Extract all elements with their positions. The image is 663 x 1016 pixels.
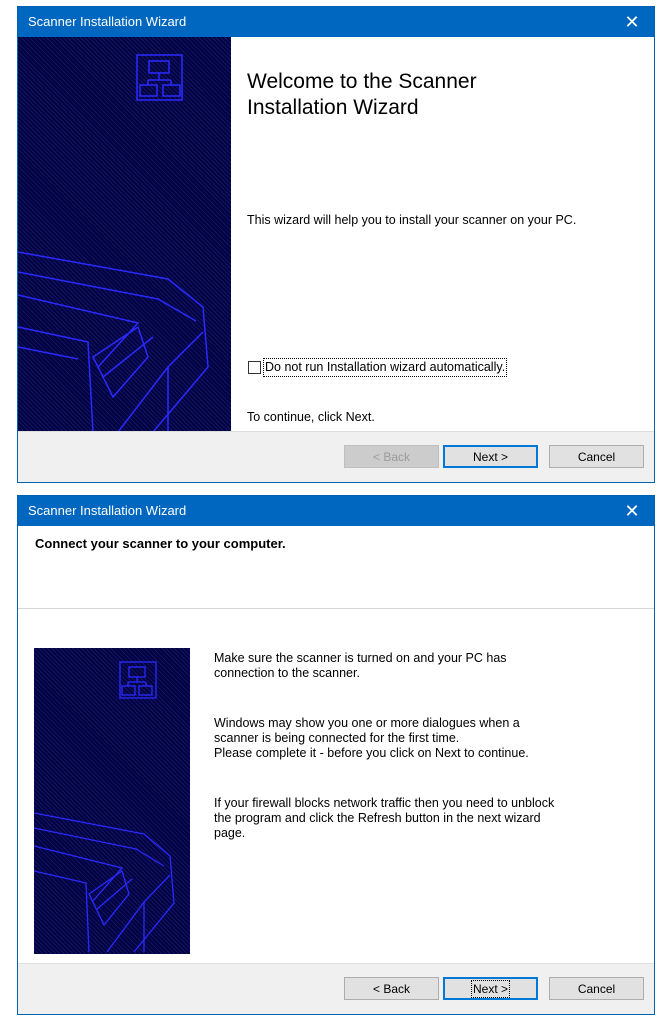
close-icon[interactable]: ✕	[610, 496, 654, 526]
close-icon[interactable]: ✕	[610, 7, 654, 37]
welcome-dialog: Scanner Installation Wizard ✕ Welcome to…	[17, 6, 655, 483]
wizard-side-image	[18, 37, 231, 434]
instruction-dialogues: Windows may show you one or more dialogu…	[214, 716, 520, 745]
back-button[interactable]: < Back	[344, 445, 439, 468]
next-button[interactable]: Next >	[443, 445, 538, 468]
button-bar: < Back Next > Cancel	[18, 431, 654, 482]
welcome-heading: Welcome to the Scanner Installation Wiza…	[247, 70, 477, 119]
next-button-label: Next >	[470, 979, 511, 998]
auto-run-checkbox-label[interactable]: Do not run Installation wizard automatic…	[262, 358, 508, 377]
wizard-side-image	[34, 648, 190, 954]
title-bar[interactable]: Scanner Installation Wizard ✕	[18, 496, 654, 526]
scanner-illustration	[34, 661, 175, 953]
button-bar: < Back Next > Cancel	[18, 963, 654, 1014]
instruction-firewall: If your firewall blocks network traffic …	[214, 796, 555, 840]
instruction-power: Make sure the scanner is turned on and y…	[214, 651, 507, 680]
continue-hint: To continue, click Next.	[247, 410, 375, 424]
window-title: Scanner Installation Wizard	[28, 503, 187, 518]
cancel-button[interactable]: Cancel	[549, 977, 644, 1000]
connect-dialog: Scanner Installation Wizard ✕ Connect yo…	[17, 495, 655, 1015]
page-header: Connect your scanner to your computer.	[18, 526, 654, 609]
scanner-illustration	[18, 54, 209, 433]
page-title: Connect your scanner to your computer.	[35, 536, 286, 551]
next-button[interactable]: Next >	[443, 977, 538, 1000]
window-title: Scanner Installation Wizard	[28, 14, 187, 29]
cancel-button[interactable]: Cancel	[549, 445, 644, 468]
intro-text: This wizard will help you to install you…	[247, 213, 577, 227]
title-bar[interactable]: Scanner Installation Wizard ✕	[18, 7, 654, 37]
back-button[interactable]: < Back	[344, 977, 439, 1000]
instruction-complete: Please complete it - before you click on…	[214, 746, 529, 760]
auto-run-checkbox[interactable]	[248, 361, 261, 374]
